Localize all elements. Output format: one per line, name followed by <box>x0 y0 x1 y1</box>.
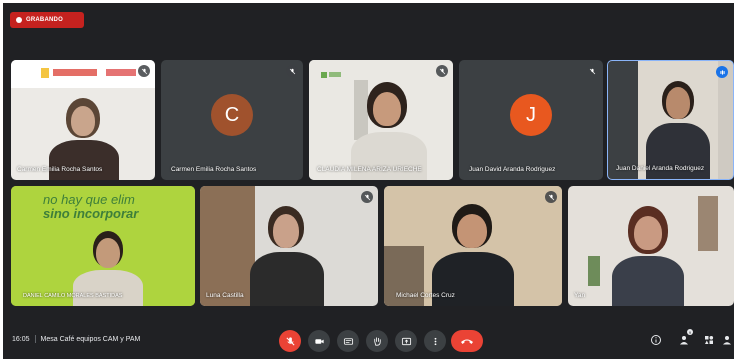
recording-label: GRABANDO <box>26 17 63 23</box>
participant-name: Juan Daniel Aranda Rodriguez <box>616 165 705 172</box>
video-feed <box>11 60 155 180</box>
slide-text-2: sino incorporar <box>43 206 139 221</box>
participant-tile[interactable]: Yan <box>568 186 734 306</box>
people-button[interactable]: 9 <box>677 329 693 347</box>
mic-off-icon <box>439 68 445 74</box>
audio-wave-icon <box>719 69 725 75</box>
meeting-title: Mesa Café equipos CAM y PAM <box>40 335 141 343</box>
mic-status <box>545 191 557 203</box>
captions-icon <box>343 337 353 345</box>
people-count: 9 <box>687 329 693 335</box>
slide-text-1: no hay que elim <box>43 192 135 207</box>
participant-tile-active-speaker[interactable]: Juan Daniel Aranda Rodriguez <box>607 60 734 180</box>
more-options-button[interactable] <box>424 330 446 352</box>
present-button[interactable] <box>395 330 417 352</box>
meet-window: GRABANDO Carmen Emilia Rocha Santos C Ca… <box>3 3 734 359</box>
participant-tile[interactable]: Michael Cortes Cruz <box>384 186 562 306</box>
mic-toggle-button[interactable] <box>279 330 301 352</box>
avatar: C <box>211 94 253 136</box>
activities-icon <box>705 336 714 344</box>
video-feed <box>200 186 378 306</box>
participant-tile[interactable]: no hay que elim sino incorporar DANIEL C… <box>11 186 195 306</box>
camera-toggle-button[interactable] <box>308 330 330 352</box>
camera-icon <box>314 338 324 344</box>
participant-name: Carmen Emilia Rocha Santos <box>171 166 257 173</box>
video-feed: no hay que elim sino incorporar <box>11 186 195 306</box>
recording-badge: GRABANDO <box>10 12 84 28</box>
more-icon <box>434 337 436 345</box>
mic-off-icon <box>548 194 554 200</box>
hang-up-icon <box>461 339 473 344</box>
participant-tile[interactable]: CLAUDIA MILENA ARIZA URIECHE <box>309 60 453 180</box>
mic-status <box>361 191 373 203</box>
captions-button[interactable] <box>337 330 359 352</box>
participant-tile[interactable]: J Juan David Aranda Rodriguez <box>459 60 603 180</box>
activities-button[interactable] <box>702 333 716 347</box>
video-feed <box>384 186 562 306</box>
host-icon <box>723 336 731 345</box>
mic-off-icon <box>364 194 370 200</box>
mic-off-icon <box>289 68 295 74</box>
video-feed <box>309 60 453 180</box>
people-icon <box>680 336 688 345</box>
participant-name: Yan <box>574 292 586 299</box>
info-icon <box>651 335 661 345</box>
meeting-info: 16:05 Mesa Café equipos CAM y PAM <box>12 335 140 343</box>
participant-name: Carmen Emilia Rocha Santos <box>17 166 103 173</box>
avatar-initial: J <box>526 103 536 126</box>
participant-name: DANIEL CAMILO MORALES BASTIDAS <box>23 293 123 299</box>
participant-name: Luna Castilla <box>206 292 244 299</box>
recording-dot-icon <box>16 17 22 23</box>
bottom-toolbar: 16:05 Mesa Café equipos CAM y PAM 9 <box>3 321 734 359</box>
mic-off-icon <box>141 68 147 74</box>
host-controls-button[interactable] <box>721 333 734 347</box>
avatar-initial: C <box>224 103 240 126</box>
participant-tile[interactable]: Carmen Emilia Rocha Santos <box>11 60 155 180</box>
present-icon <box>401 337 411 345</box>
participant-tile[interactable]: Luna Castilla <box>200 186 378 306</box>
video-feed <box>568 186 734 306</box>
video-feed <box>608 61 733 179</box>
mic-status <box>586 65 598 77</box>
hand-icon <box>373 336 381 346</box>
participant-name: Juan David Aranda Rodriguez <box>469 166 556 173</box>
mic-off-icon <box>285 336 295 346</box>
meeting-time: 16:05 <box>12 335 30 343</box>
mic-status <box>436 65 448 77</box>
meeting-details-button[interactable] <box>649 333 663 347</box>
mic-status <box>138 65 150 77</box>
participant-name: Michael Cortes Cruz <box>396 292 455 299</box>
mic-off-icon <box>589 68 595 74</box>
leave-call-button[interactable] <box>451 330 483 352</box>
speaking-indicator <box>716 66 728 78</box>
raise-hand-button[interactable] <box>366 330 388 352</box>
avatar: J <box>510 94 552 136</box>
participant-name: CLAUDIA MILENA ARIZA URIECHE <box>317 166 422 173</box>
mic-status <box>286 65 298 77</box>
participant-tile[interactable]: C Carmen Emilia Rocha Santos <box>161 60 303 180</box>
